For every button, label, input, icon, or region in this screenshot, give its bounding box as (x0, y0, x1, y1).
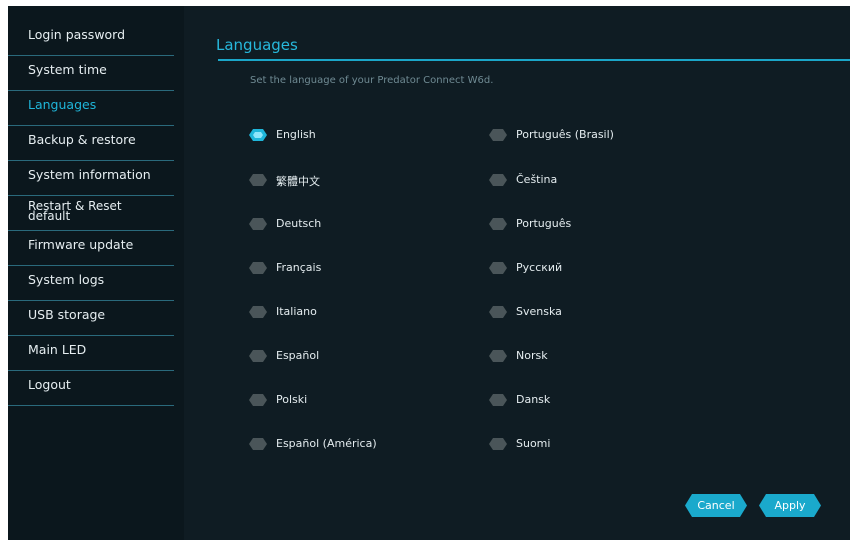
sidebar-item-logout[interactable]: Logout (8, 371, 174, 406)
sidebar-item-label: Login password (28, 27, 126, 42)
radio-unselected-icon[interactable] (489, 218, 507, 230)
apply-button-label: Apply (774, 499, 806, 512)
radio-unselected-icon[interactable] (249, 262, 267, 274)
title-divider (218, 59, 850, 61)
radio-unselected-icon[interactable] (489, 438, 507, 450)
radio-unselected-icon[interactable] (489, 262, 507, 274)
sidebar-item-label: System information (28, 167, 151, 182)
sidebar-item-system-time[interactable]: System time (8, 56, 174, 91)
language-option-deutsch[interactable]: Deutsch (249, 217, 449, 233)
sidebar-item-system-logs[interactable]: System logs (8, 266, 174, 301)
language-option-dansk[interactable]: Dansk (489, 393, 689, 409)
radio-unselected-icon[interactable] (249, 174, 267, 186)
radio-unselected-icon[interactable] (249, 306, 267, 318)
radio-selected-icon[interactable] (249, 129, 267, 141)
sidebar-item-login-password[interactable]: Login password (8, 21, 174, 56)
radio-unselected-icon[interactable] (249, 350, 267, 362)
sidebar-item-label: Main LED (28, 342, 87, 357)
sidebar-item-label: USB storage (28, 307, 106, 322)
cancel-button[interactable]: Cancel (685, 494, 747, 517)
sidebar-item-label: Languages (28, 97, 97, 112)
sidebar-item-label: Backup & restore (28, 132, 136, 147)
sidebar-item-label: Logout (28, 377, 71, 392)
language-option-norsk[interactable]: Norsk (489, 349, 689, 365)
radio-unselected-icon[interactable] (489, 129, 507, 141)
language-option-italiano[interactable]: Italiano (249, 305, 449, 321)
sidebar: Login password System time Languages Bac… (8, 6, 184, 540)
sidebar-item-usb-storage[interactable]: USB storage (8, 301, 174, 336)
sidebar-item-languages[interactable]: Languages (8, 91, 174, 126)
radio-unselected-icon[interactable] (489, 306, 507, 318)
language-option-suomi[interactable]: Suomi (489, 437, 689, 453)
language-option-polski[interactable]: Polski (249, 393, 449, 409)
sidebar-item-system-information[interactable]: System information (8, 161, 174, 196)
radio-unselected-icon[interactable] (249, 438, 267, 450)
cancel-button-label: Cancel (697, 499, 735, 512)
language-option-portugues-brasil[interactable]: Português (Brasil) (489, 128, 689, 144)
language-option-cestina[interactable]: Čeština (489, 173, 689, 189)
page-description: Set the language of your Predator Connec… (250, 75, 494, 86)
sidebar-item-backup-restore[interactable]: Backup & restore (8, 126, 174, 161)
app-frame: Login password System time Languages Bac… (8, 6, 850, 540)
radio-unselected-icon[interactable] (249, 218, 267, 230)
language-option-espanol[interactable]: Español (249, 349, 449, 365)
sidebar-item-label: Firmware update (28, 237, 134, 252)
radio-unselected-icon[interactable] (489, 350, 507, 362)
language-option-english[interactable]: English (249, 128, 449, 144)
language-option-russian[interactable]: Русский (489, 261, 689, 277)
language-option-svenska[interactable]: Svenska (489, 305, 689, 321)
language-option-traditional-chinese[interactable]: 繁體中文 (249, 173, 449, 189)
radio-unselected-icon[interactable] (249, 394, 267, 406)
sidebar-item-label: Restart & Reset default (28, 199, 122, 223)
language-option-espanol-america[interactable]: Español (América) (249, 437, 449, 453)
sidebar-item-restart-reset[interactable]: Restart & Reset default (8, 196, 174, 231)
sidebar-item-label: System logs (28, 272, 105, 287)
language-option-francais[interactable]: Français (249, 261, 449, 277)
sidebar-item-firmware-update[interactable]: Firmware update (8, 231, 174, 266)
main-panel: Languages Set the language of your Preda… (184, 6, 850, 540)
sidebar-item-label: System time (28, 62, 107, 77)
language-option-portugues[interactable]: Português (489, 217, 689, 233)
sidebar-item-main-led[interactable]: Main LED (8, 336, 174, 371)
radio-unselected-icon[interactable] (489, 174, 507, 186)
page-title: Languages (216, 36, 298, 54)
radio-unselected-icon[interactable] (489, 394, 507, 406)
apply-button[interactable]: Apply (759, 494, 821, 517)
